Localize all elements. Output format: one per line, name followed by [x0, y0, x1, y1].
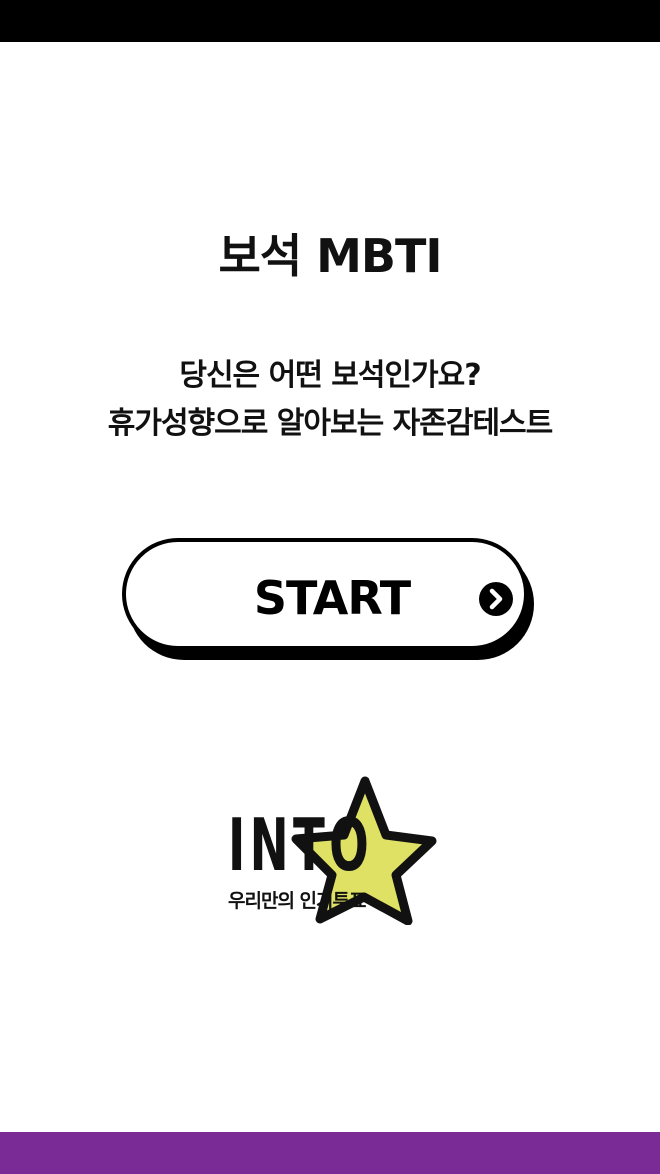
page: 보석 MBTI 당신은 어떤 보석인가요? 휴가성향으로 알아보는 자존감테스트…	[0, 0, 660, 1174]
top-bar	[0, 0, 660, 42]
start-button[interactable]: START	[122, 538, 528, 650]
chevron-right-circle-icon	[479, 582, 513, 616]
logo-text: INTO	[228, 803, 374, 887]
start-button-label: START	[253, 571, 411, 625]
logo-tagline: 우리만의 인기투표	[228, 890, 366, 912]
page-title: 보석 MBTI	[218, 229, 443, 283]
subtitle-line-1: 당신은 어떤 보석인가요?	[179, 358, 481, 393]
subtitle-line-2: 휴가성향으로 알아보는 자존감테스트	[107, 406, 554, 441]
bottom-bar	[0, 1132, 660, 1174]
start-button-container[interactable]: START	[122, 538, 542, 668]
into-logo: INTO 우리만의 인기투표	[222, 775, 437, 925]
